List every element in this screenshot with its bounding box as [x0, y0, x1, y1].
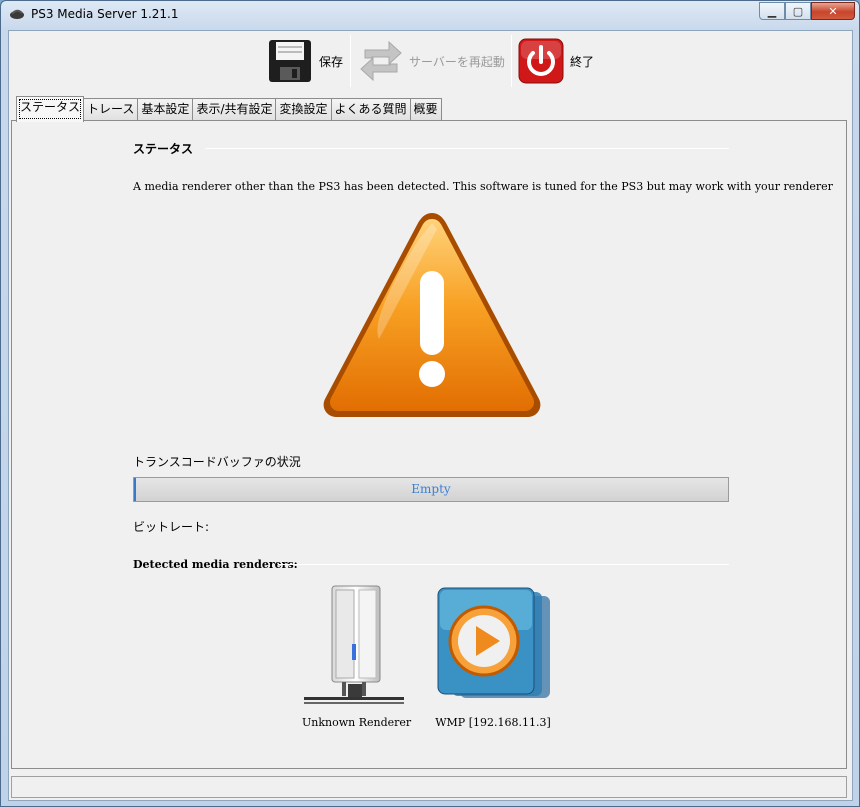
- app-logo-icon: [10, 9, 24, 19]
- toolbar-separator: [350, 35, 351, 87]
- toolbar: 保存 サーバーを再起動 終了: [9, 31, 852, 93]
- save-button[interactable]: 保存: [267, 33, 343, 89]
- windows-media-player-icon: [437, 587, 550, 698]
- tab-general-settings[interactable]: 基本設定: [137, 98, 194, 121]
- quit-label: 終了: [570, 54, 595, 69]
- detected-renderers-title: Detected media renderers:: [133, 558, 298, 571]
- tab-navigation-share-settings[interactable]: 表示/共有設定: [192, 98, 277, 121]
- client-area: 保存 サーバーを再起動 終了 ステータス トレース 基本設定 表示/共有設定 変…: [8, 30, 853, 801]
- restart-label: サーバーを再起動: [409, 54, 505, 69]
- quit-button[interactable]: 終了: [518, 33, 594, 89]
- close-button[interactable]: ✕: [811, 2, 855, 20]
- renderers-divider: [278, 564, 729, 565]
- tab-faq[interactable]: よくある質問: [330, 98, 411, 121]
- transcode-buffer-label: トランスコードバッファの状況: [133, 455, 301, 469]
- tab-trace[interactable]: トレース: [83, 98, 139, 121]
- renderer-wmp[interactable]: WMP [192.168.11.3]: [430, 584, 556, 729]
- status-bar: [11, 776, 847, 798]
- power-icon: [518, 38, 564, 84]
- status-panel: ステータス A media renderer other than the PS…: [11, 120, 847, 769]
- renderer-name: Unknown Renderer: [302, 716, 412, 729]
- refresh-icon: [360, 40, 402, 82]
- floppy-disk-icon: [269, 40, 311, 82]
- maximize-button[interactable]: ▢: [785, 2, 811, 20]
- transcode-buffer-progress: Empty: [133, 477, 729, 502]
- maximize-icon: ▢: [792, 4, 804, 18]
- restart-server-button[interactable]: サーバーを再起動: [359, 33, 505, 89]
- window-title: PS3 Media Server 1.21.1: [31, 7, 179, 21]
- minimize-icon: ▁: [767, 4, 777, 18]
- close-icon: ✕: [828, 4, 838, 18]
- server-tower-icon: [304, 585, 404, 704]
- warning-icon: [323, 213, 541, 417]
- renderer-unknown[interactable]: Unknown Renderer: [302, 584, 412, 729]
- save-label: 保存: [319, 54, 344, 69]
- minimize-button[interactable]: ▁: [759, 2, 785, 20]
- tab-bar: ステータス トレース 基本設定 表示/共有設定 変換設定 よくある質問 概要: [16, 96, 442, 122]
- tab-about[interactable]: 概要: [409, 98, 442, 121]
- section-divider: [205, 148, 729, 149]
- tab-status[interactable]: ステータス: [16, 96, 85, 122]
- renderer-warning-message: A media renderer other than the PS3 has …: [133, 180, 833, 193]
- title-bar[interactable]: PS3 Media Server 1.21.1 ▁ ▢ ✕: [1, 1, 859, 29]
- app-window: PS3 Media Server 1.21.1 ▁ ▢ ✕ 保存 サーバーを再起…: [0, 0, 860, 807]
- toolbar-separator: [511, 35, 512, 87]
- status-section-title: ステータス: [133, 142, 194, 156]
- renderer-name: WMP [192.168.11.3]: [435, 716, 551, 729]
- tab-transcoding-settings[interactable]: 変換設定: [275, 98, 332, 121]
- bitrate-label: ビットレート:: [133, 520, 210, 534]
- progress-text: Empty: [411, 482, 451, 496]
